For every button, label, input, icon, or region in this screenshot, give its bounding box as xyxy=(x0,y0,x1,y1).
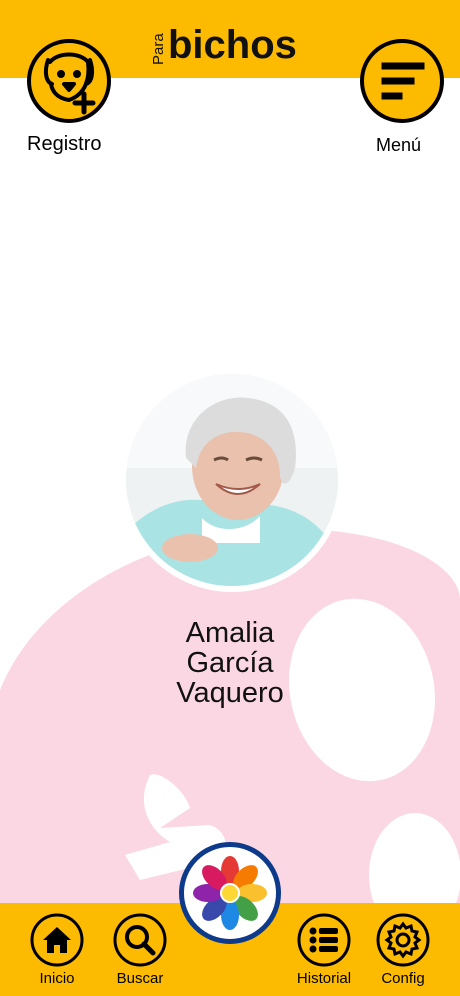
profile-name-line1: Amalia xyxy=(185,617,275,649)
profile-name: Amalia García Vaquero xyxy=(100,618,360,708)
profile-name-line2: García xyxy=(186,647,274,679)
registro-button[interactable] xyxy=(26,38,112,124)
nav-config-label: Config xyxy=(381,970,425,987)
list-icon xyxy=(297,913,351,967)
menu-button[interactable] xyxy=(359,38,445,124)
search-icon xyxy=(113,913,167,967)
registro-label[interactable]: Registro xyxy=(27,133,101,156)
center-logo-button[interactable] xyxy=(179,842,281,944)
home-icon xyxy=(30,913,84,967)
profile-name-line3: Vaquero xyxy=(176,677,284,709)
nav-buscar[interactable]: Buscar xyxy=(100,912,180,992)
menu-label[interactable]: Menú xyxy=(376,135,421,156)
nav-historial[interactable]: Historial xyxy=(284,912,364,992)
nav-inicio[interactable]: Inicio xyxy=(17,912,97,992)
gear-icon xyxy=(376,913,430,967)
flower-logo-icon xyxy=(193,856,267,930)
profile-photo xyxy=(126,374,338,586)
profile-avatar xyxy=(120,368,344,592)
nav-historial-label: Historial xyxy=(296,970,352,987)
nav-buscar-label: Buscar xyxy=(116,970,164,987)
nav-config[interactable]: Config xyxy=(363,912,443,992)
nav-inicio-label: Inicio xyxy=(39,970,75,987)
